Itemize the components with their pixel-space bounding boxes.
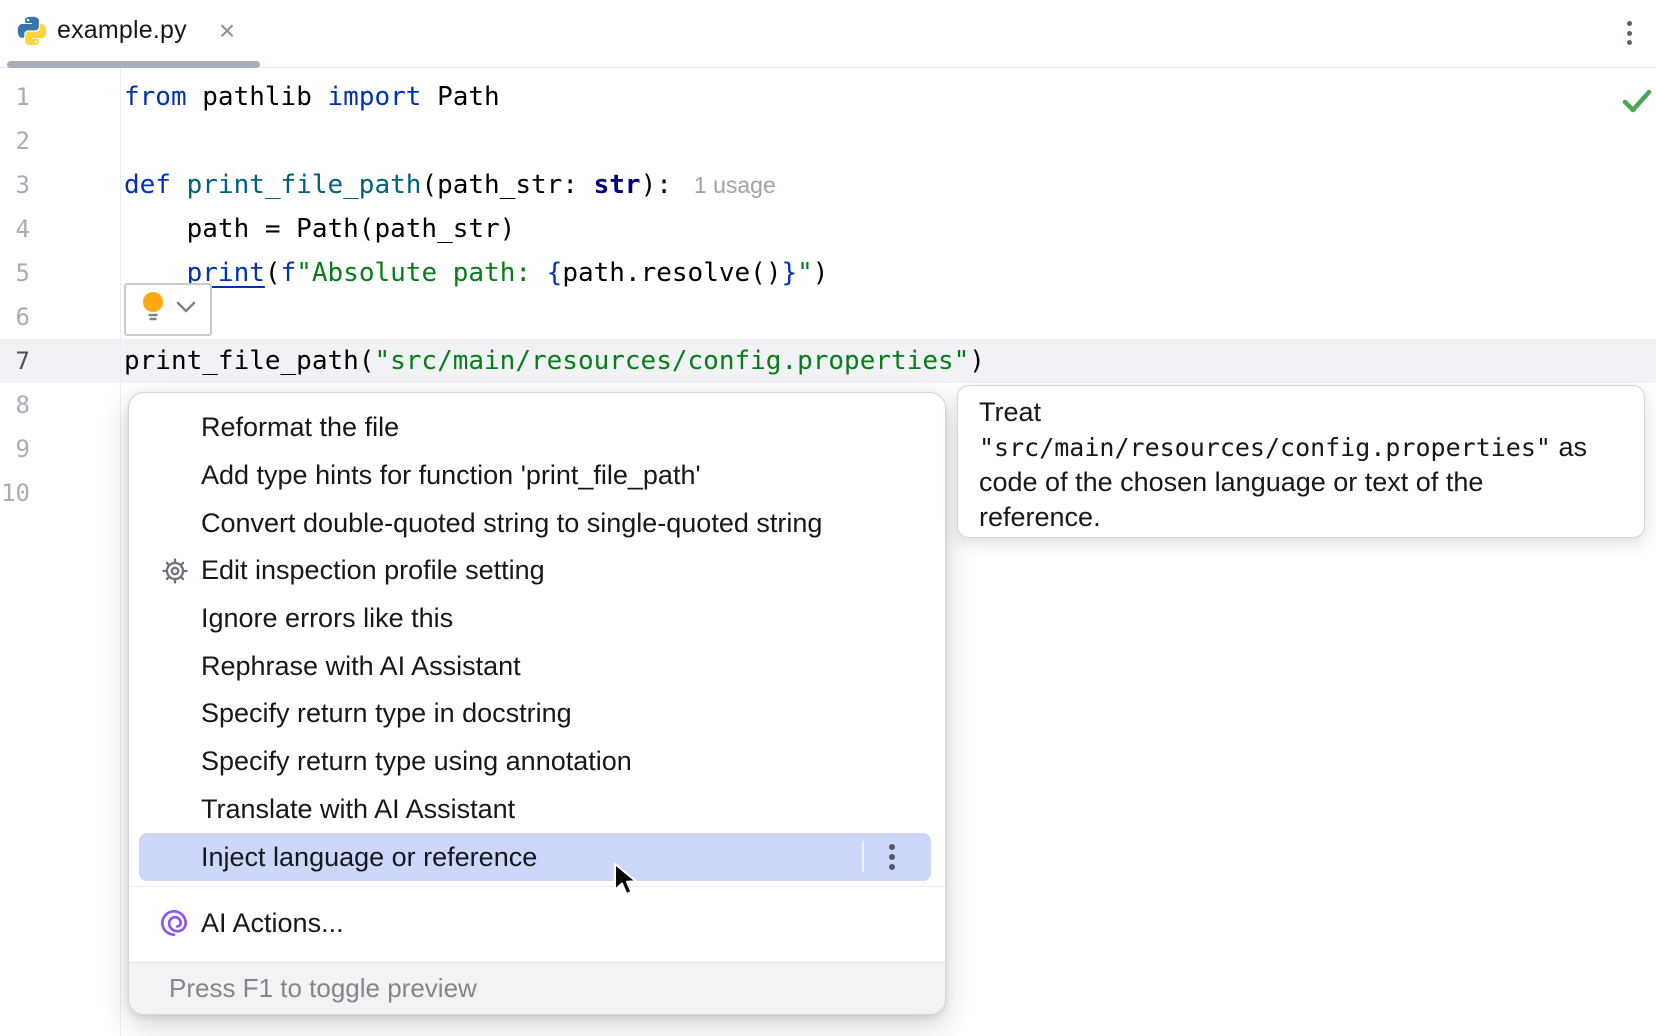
line-number: 1: [0, 75, 30, 119]
line-number: 2: [0, 119, 30, 163]
icon-slot-empty: [159, 698, 191, 730]
menu-item[interactable]: Ignore errors like this: [129, 595, 945, 643]
code-line-4: path = Path(path_str): [124, 207, 515, 251]
menu-item[interactable]: Specify return type in docstring: [129, 690, 945, 738]
menu-item-label: Edit inspection profile setting: [201, 555, 545, 586]
line-number: 8: [0, 383, 30, 427]
icon-slot-empty: [159, 507, 191, 539]
menu-item-label: Specify return type in docstring: [201, 698, 572, 729]
icon-slot-empty: [159, 603, 191, 635]
gutter-separator: [120, 68, 121, 1036]
menu-item[interactable]: Inject language or reference: [139, 833, 931, 881]
line-number: 6: [0, 295, 30, 339]
icon-slot-empty: [169, 841, 201, 873]
submenu-separator: [862, 841, 864, 872]
menu-item[interactable]: Add type hints for function 'print_file_…: [129, 452, 945, 500]
intention-menu-list: Reformat the file Add type hints for func…: [129, 404, 945, 947]
lightbulb-icon: [140, 290, 166, 329]
intention-preview-tooltip: Treat"src/main/resources/config.properti…: [957, 385, 1645, 538]
gear-icon: [159, 555, 191, 587]
chevron-down-icon: [176, 301, 196, 319]
tab-title: example.py: [57, 0, 187, 61]
ai-swirl-icon: [157, 906, 191, 940]
menu-item[interactable]: Translate with AI Assistant: [129, 786, 945, 834]
intention-actions-popup: Reformat the file Add type hints for func…: [128, 392, 946, 1015]
menu-item[interactable]: Specify return type using annotation: [129, 738, 945, 786]
code-line-7: print_file_path("src/main/resources/conf…: [124, 339, 985, 383]
icon-slot-empty: [159, 460, 191, 492]
line-number: 10: [0, 471, 30, 515]
menu-item-ai-actions[interactable]: AI Actions...: [129, 900, 945, 947]
icon-slot-empty: [159, 412, 191, 444]
python-icon: [16, 15, 48, 47]
code-line-3: def print_file_path(path_str: str):1 usa…: [124, 163, 776, 207]
menu-item-label: Translate with AI Assistant: [201, 794, 515, 825]
selected-tab-indicator: [7, 61, 260, 68]
menu-item-label: Inject language or reference: [201, 842, 537, 873]
icon-slot-empty: [159, 746, 191, 778]
code-line-5: print(f"Absolute path: {path.resolve()}"…: [124, 251, 828, 295]
kebab-vertical-icon[interactable]: [877, 839, 907, 875]
menu-item[interactable]: Edit inspection profile setting: [129, 547, 945, 595]
mouse-cursor: [612, 862, 640, 898]
menu-item[interactable]: Rephrase with AI Assistant: [129, 642, 945, 690]
menu-item[interactable]: Reformat the file: [129, 404, 945, 452]
menu-item-label: Convert double-quoted string to single-q…: [201, 508, 822, 539]
menu-item-label: AI Actions...: [201, 908, 344, 939]
intention-lightbulb-button[interactable]: [124, 283, 212, 336]
kebab-vertical-icon[interactable]: [1616, 14, 1642, 52]
preview-text: Treat"src/main/resources/config.properti…: [979, 397, 1587, 532]
menu-item-label: Specify return type using annotation: [201, 746, 632, 777]
footer-hint-text: Press F1 to toggle preview: [169, 973, 477, 1004]
menu-item-label: Rephrase with AI Assistant: [201, 651, 521, 682]
line-number: 3: [0, 163, 30, 207]
menu-item-label: Add type hints for function 'print_file_…: [201, 460, 701, 491]
inspection-ok-check-icon[interactable]: [1622, 88, 1652, 114]
menu-item-label: Reformat the file: [201, 412, 399, 443]
icon-slot-empty: [159, 650, 191, 682]
popup-footer: Press F1 to toggle preview: [129, 962, 945, 1014]
line-number: 9: [0, 427, 30, 471]
line-number: 7: [0, 339, 30, 383]
ide-window: example.py × 12345678910 from pathlib im…: [0, 0, 1656, 1036]
close-tab-icon[interactable]: ×: [212, 0, 242, 61]
usages-inlay-hint[interactable]: 1 usage: [694, 172, 776, 198]
menu-item[interactable]: Convert double-quoted string to single-q…: [129, 499, 945, 547]
line-number: 5: [0, 251, 30, 295]
line-number: 4: [0, 207, 30, 251]
editor-tab-bar: example.py ×: [0, 0, 1656, 68]
code-line-1: from pathlib import Path: [124, 75, 500, 119]
menu-separator: [129, 886, 945, 887]
icon-slot-empty: [159, 793, 191, 825]
menu-item-label: Ignore errors like this: [201, 603, 453, 634]
